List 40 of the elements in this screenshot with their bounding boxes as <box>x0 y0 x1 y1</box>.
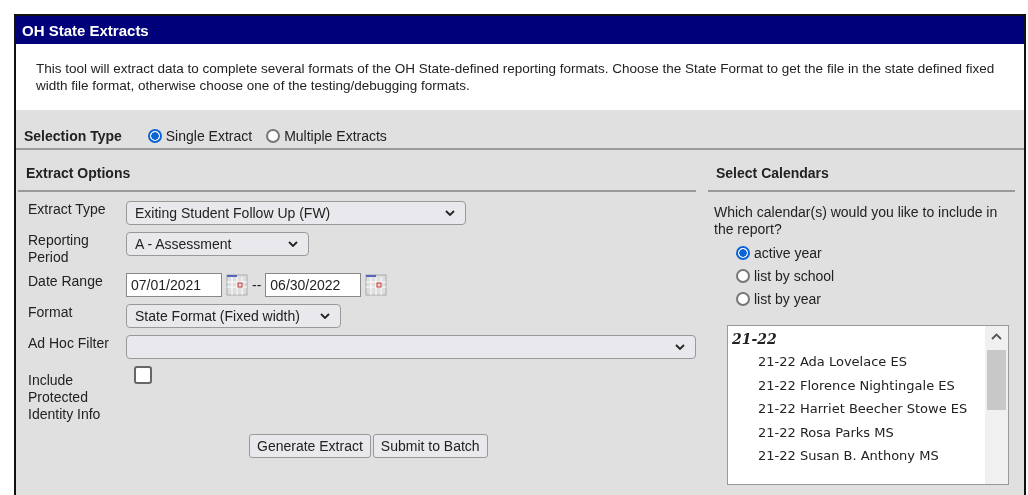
radio-option[interactable]: active year <box>736 245 1015 261</box>
description-text: This tool will extract data to complete several formats of the OH State-defined reporting formats. Choose the State Format to get the file in the state defined fixed width file format, otherwise choose one of the testing/debugging formats. <box>36 60 996 94</box>
radio-option[interactable]: list by year <box>736 291 1015 307</box>
field-label: Include Protected Identity Info <box>28 371 102 423</box>
action-button[interactable]: Submit to Batch <box>372 434 488 458</box>
list-item[interactable]: 21-22 Florence Nightingale ES <box>732 373 981 397</box>
range-separator: -- <box>252 277 262 293</box>
scrollbar-thumb[interactable] <box>987 350 1006 410</box>
field-label: Extract Type <box>28 201 107 219</box>
radio-option[interactable]: Multiple Extracts <box>266 128 387 144</box>
dropdown[interactable]: Exiting Student Follow Up (FW) <box>126 201 466 225</box>
field-label: Date Range <box>28 273 104 291</box>
checkbox[interactable] <box>134 366 152 384</box>
caret-icon <box>445 210 455 216</box>
window-title: OH State Extracts <box>16 16 1024 44</box>
calendar-icon[interactable] <box>365 274 388 296</box>
field-label: Ad Hoc Filter <box>28 335 110 353</box>
radio-option[interactable]: Single Extract <box>147 128 253 144</box>
radio-option[interactable]: list by school <box>736 268 1015 284</box>
question-text: Which calendar(s) would you like to include in the report? <box>713 203 999 239</box>
list-item[interactable]: 21-22 Rosa Parks MS <box>732 420 981 444</box>
caret-icon <box>675 344 685 350</box>
selection-type-label: Selection Type <box>24 128 122 144</box>
list-item[interactable]: 21-22 Harriet Beecher Stowe ES <box>732 397 981 421</box>
dropdown[interactable]: A - Assessment <box>126 232 309 256</box>
calendar-icon[interactable] <box>226 274 248 296</box>
field-label: Reporting Period <box>28 232 90 266</box>
field-label: Format <box>28 304 74 322</box>
group-label: 21-22 <box>732 330 778 349</box>
calendar-listbox[interactable]: 21-22 21-22 Ada Lovelace ES 21-22 Florence Nightingale ES 21-22 Harriet Beecher Stowe ES 21-22 Rosa Parks MS 21-22 Susan B. Anthony MS <box>727 325 1009 485</box>
caret-icon <box>288 241 298 247</box>
list-item[interactable]: 21-22 Susan B. Anthony MS <box>732 444 981 468</box>
date-field[interactable]: 07/01/2021 <box>126 273 222 297</box>
list-item[interactable]: 21-22 Ada Lovelace ES <box>732 350 981 374</box>
caret-icon <box>320 313 330 319</box>
action-button[interactable]: Generate Extract <box>249 434 371 458</box>
date-field[interactable]: 06/30/2022 <box>265 273 362 297</box>
dropdown[interactable]: State Format (Fixed width) <box>126 304 341 328</box>
section-heading: Extract Options <box>18 150 696 192</box>
section-heading: Select Calendars <box>708 150 1015 192</box>
